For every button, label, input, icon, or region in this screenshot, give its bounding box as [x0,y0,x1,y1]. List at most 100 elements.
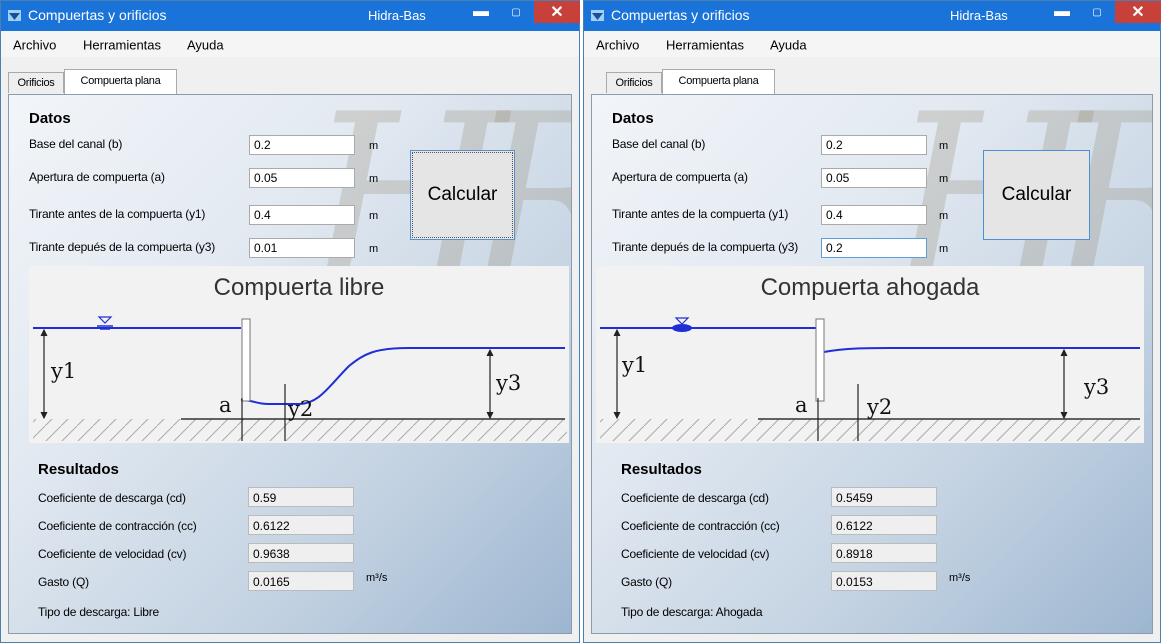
label-y1: y1 [50,359,76,383]
window-title: Compuertas y orificios [28,7,167,23]
close-button[interactable]: ✕ [534,1,580,23]
input-apertura[interactable] [821,168,927,188]
menu-bar: Archivo Herramientas Ayuda [1,31,579,57]
input-tirante-y1[interactable] [821,205,927,225]
minimize-button[interactable]: ▬ [1048,1,1076,23]
unit-apertura: m [939,173,949,185]
label-gasto: Gasto (Q) [621,575,672,589]
calcular-button[interactable]: Calcular [983,150,1090,240]
tab-orificios[interactable]: Orificios [606,72,662,93]
label-a: a [219,393,232,417]
label-base-canal: Base del canal (b) [29,137,123,151]
input-base-canal[interactable] [249,135,355,155]
water-level-icon [672,317,692,332]
diagram-compuerta-libre: Compuerta libre y1 a y2 y3 [29,266,569,443]
window-compuerta-ahogada: Compuertas y orificios Hidra-Bas ▬ ▢ ✕ A… [583,0,1161,643]
unit-gasto: m³/s [366,572,388,584]
input-apertura[interactable] [249,168,355,188]
unit-tirante-y1: m [939,210,949,222]
unit-base-canal: m [369,140,379,152]
maximize-icon: ▢ [511,6,521,18]
label-tirante-y3: Tirante depués de la compuerta (y3) [29,240,215,254]
menu-archivo[interactable]: Archivo [13,38,56,53]
output-cv: 0.9638 [248,543,354,563]
maximize-button[interactable]: ▢ [1083,1,1111,23]
menu-ayuda[interactable]: Ayuda [770,38,807,53]
close-icon: ✕ [550,4,564,21]
label-a: a [795,393,808,417]
gate-diagram-graphic: y1 a y2 y3 [33,316,567,441]
tab-orificios[interactable]: Orificios [8,72,64,93]
gate [241,318,251,402]
label-gasto: Gasto (Q) [38,575,89,589]
output-gasto: 0.0153 [831,571,937,591]
label-cc: Coeficiente de contracción (cc) [38,519,197,533]
label-y2: y2 [287,397,313,421]
window-compuerta-libre: Compuertas y orificios Hidra-Bas ▬ ▢ ✕ A… [0,0,580,643]
tipo-descarga: Tipo de descarga: Ahogada [621,605,763,619]
app-name: Hidra-Bas [950,8,1008,23]
label-base-canal: Base del canal (b) [612,137,706,151]
output-cd: 0.59 [248,487,354,507]
title-bar[interactable]: Compuertas y orificios Hidra-Bas ▬ ▢ ✕ [1,1,580,31]
unit-gasto: m³/s [949,572,971,584]
resultados-heading: Resultados [621,461,702,478]
calcular-button[interactable]: Calcular [410,150,515,240]
tab-compuerta-plana[interactable]: Compuerta plana [662,69,775,94]
output-cc: 0.6122 [831,515,937,535]
content-panel: HR Datos Base del canal (b) m Apertura d… [8,94,572,634]
title-bar[interactable]: Compuertas y orificios Hidra-Bas ▬ ▢ ✕ [584,1,1161,31]
datos-heading: Datos [29,110,71,127]
label-cv: Coeficiente de velocidad (cv) [38,547,187,561]
input-tirante-y3[interactable] [249,238,355,258]
ground-hatch [600,419,1140,441]
menu-herramientas[interactable]: Herramientas [666,38,744,53]
tab-compuerta-plana[interactable]: Compuerta plana [64,69,177,94]
label-tirante-y1: Tirante antes de la compuerta (y1) [612,207,789,221]
maximize-icon: ▢ [1092,6,1102,18]
unit-base-canal: m [939,140,949,152]
unit-tirante-y3: m [939,243,949,255]
label-y3: y3 [1083,375,1109,399]
label-y1: y1 [621,353,647,377]
label-y3: y3 [495,371,521,395]
app-icon [8,10,21,21]
label-cv: Coeficiente de velocidad (cv) [621,547,770,561]
close-button[interactable]: ✕ [1115,1,1161,23]
app-name: Hidra-Bas [368,8,426,23]
label-y2: y2 [866,395,892,419]
minimize-button[interactable]: ▬ [467,1,495,23]
minimize-icon: ▬ [473,3,489,20]
label-tirante-y1: Tirante antes de la compuerta (y1) [29,207,206,221]
unit-apertura: m [369,173,379,185]
gate [815,318,825,402]
output-cd: 0.5459 [831,487,937,507]
close-icon: ✕ [1131,4,1145,21]
tipo-descarga: Tipo de descarga: Libre [38,605,160,619]
label-tirante-y3: Tirante depués de la compuerta (y3) [612,240,798,254]
app-icon [591,10,604,21]
menu-herramientas[interactable]: Herramientas [83,38,161,53]
label-cd: Coeficiente de descarga (cd) [621,491,769,505]
input-base-canal[interactable] [821,135,927,155]
water-profile [823,347,1140,353]
input-tirante-y3[interactable] [821,238,927,258]
maximize-button[interactable]: ▢ [502,1,530,23]
label-apertura: Apertura de compuerta (a) [612,170,748,184]
minimize-icon: ▬ [1054,3,1070,20]
unit-tirante-y3: m [369,243,379,255]
unit-tirante-y1: m [369,210,379,222]
resultados-heading: Resultados [38,461,119,478]
window-title: Compuertas y orificios [611,7,750,23]
menu-ayuda[interactable]: Ayuda [187,38,224,53]
output-cv: 0.8918 [831,543,937,563]
diagram-compuerta-ahogada: Compuerta ahogada y1 a y2 y3 [596,266,1144,443]
label-apertura: Apertura de compuerta (a) [29,170,165,184]
output-gasto: 0.0165 [248,571,354,591]
datos-heading: Datos [612,110,654,127]
input-tirante-y1[interactable] [249,205,355,225]
menu-bar: Archivo Herramientas Ayuda [584,31,1160,57]
label-cc: Coeficiente de contracción (cc) [621,519,780,533]
menu-archivo[interactable]: Archivo [596,38,639,53]
content-panel: HR Datos Base del canal (b) m Apertura d… [591,94,1153,634]
